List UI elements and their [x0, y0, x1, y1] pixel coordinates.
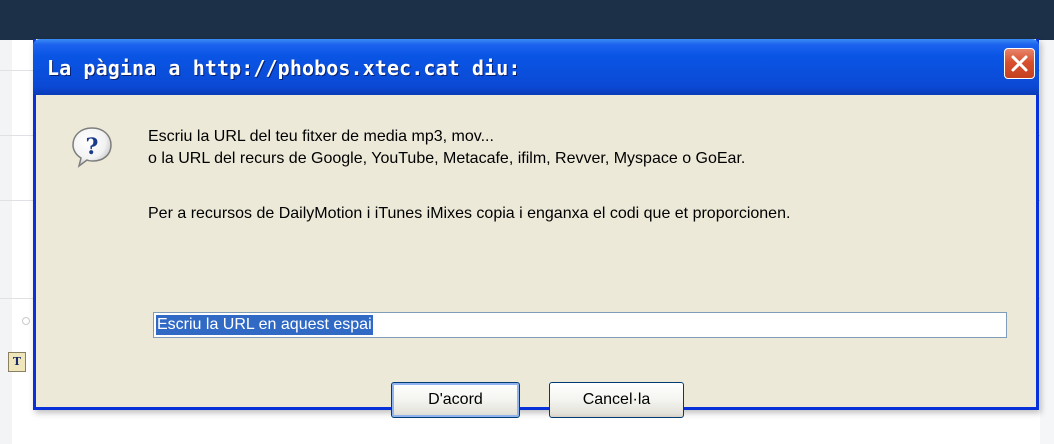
page-left-strip	[0, 40, 12, 444]
close-button[interactable]	[1004, 48, 1035, 79]
dialog-message-line: Per a recursos de DailyMotion i iTunes i…	[148, 205, 791, 222]
close-icon	[1011, 55, 1028, 72]
page-divider	[0, 70, 33, 71]
cancel-button[interactable]: Cancel·la	[549, 382, 684, 418]
ok-button[interactable]: D'acord	[391, 382, 520, 418]
dialog-message-line: o la URL del recurs de Google, YouTube, …	[148, 150, 746, 167]
dialog-message-line: Escriu la URL del teu fitxer de media mp…	[148, 128, 494, 145]
page-right-strip	[1040, 40, 1054, 444]
text-editor-icon[interactable]: T	[8, 352, 26, 372]
radio-icon[interactable]	[22, 317, 30, 325]
svg-text:?: ?	[86, 134, 99, 160]
dialog-body: ? Escriu la URL del teu fitxer de media …	[36, 95, 1036, 418]
question-icon: ?	[72, 127, 112, 168]
url-input[interactable]: Escriu la URL en aquest espai	[153, 312, 1007, 338]
dialog-titlebar[interactable]: La pàgina a http://phobos.xtec.cat diu:	[33, 39, 1039, 95]
page-header-bar	[0, 0, 1054, 40]
dialog-title: La pàgina a http://phobos.xtec.cat diu:	[47, 56, 521, 80]
url-input-value: Escriu la URL en aquest espai	[156, 315, 373, 335]
page-divider	[0, 200, 33, 201]
page-divider	[0, 135, 33, 136]
page-divider	[0, 298, 33, 299]
prompt-dialog: La pàgina a http://phobos.xtec.cat diu: …	[33, 39, 1039, 418]
